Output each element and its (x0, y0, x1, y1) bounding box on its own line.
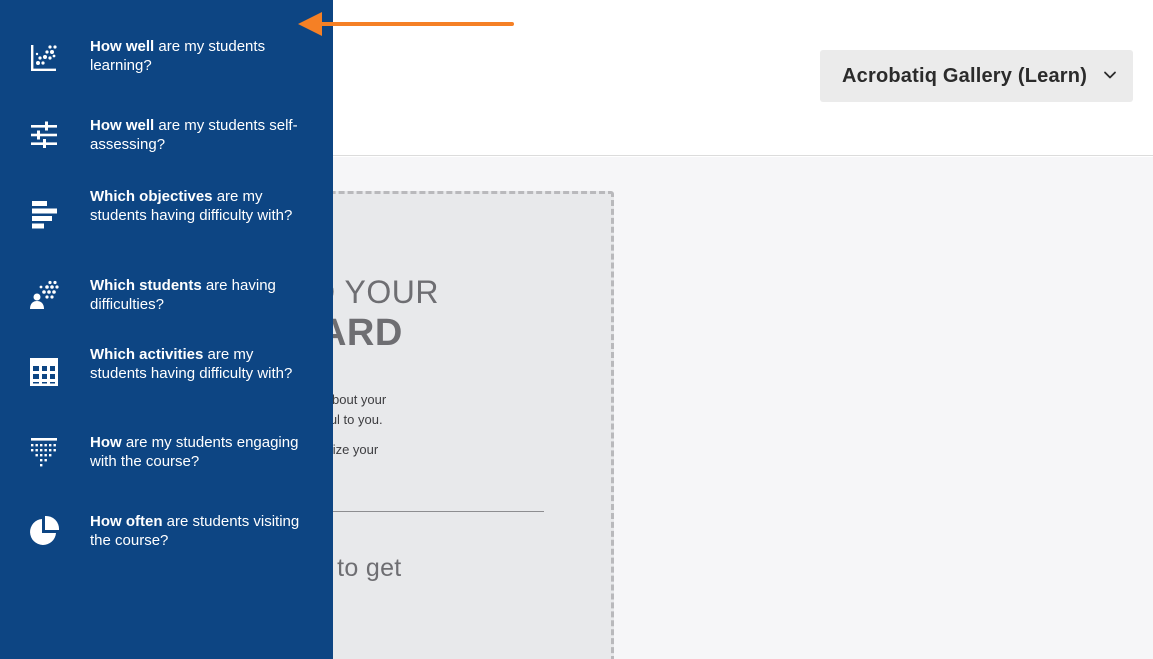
sidebar-item-bold: Which objectives (90, 188, 213, 205)
sidebar-item-bold: How well (90, 38, 155, 55)
student-dots-icon (30, 280, 59, 309)
bar-list-icon (32, 201, 57, 229)
sidebar-item-bold: Which activities (90, 346, 204, 363)
sidebar-item-students[interactable]: Which students are having difficulties? (0, 275, 333, 317)
scatter-chart-icon (31, 45, 57, 71)
pie-chart-icon (30, 515, 60, 545)
sidebar-item-label: are my students engaging with the course… (90, 434, 299, 470)
sidebar-item-bold: How (90, 434, 122, 451)
course-select-label: Acrobatiq Gallery (Learn) (842, 64, 1088, 87)
grid-table-icon (30, 358, 58, 386)
sidebar-item-self-assessing[interactable]: How well are my students self-assessing? (0, 115, 333, 157)
course-select[interactable]: Acrobatiq Gallery (Learn) (820, 50, 1133, 102)
sidebar-item-bold: How often (90, 513, 163, 530)
annotation-arrow-icon (298, 12, 514, 36)
sidebar-item-activities[interactable]: Which activities are my students having … (0, 344, 333, 404)
sidebar-item-visiting[interactable]: How often are students visiting the cour… (0, 511, 333, 553)
sidebar-item-bold: Which students (90, 277, 202, 294)
question-sidebar: How well are my students learning? How w… (0, 0, 333, 659)
chevron-down-icon (1104, 71, 1116, 79)
dot-matrix-icon (31, 438, 57, 467)
sidebar-item-bold: How well (90, 117, 155, 134)
sidebar-item-learning[interactable]: How well are my students learning? (0, 36, 333, 86)
sidebar-item-engaging[interactable]: How are my students engaging with the co… (0, 432, 333, 474)
sliders-icon (31, 121, 57, 148)
sidebar-item-objectives[interactable]: Which objectives are my students having … (0, 186, 333, 246)
